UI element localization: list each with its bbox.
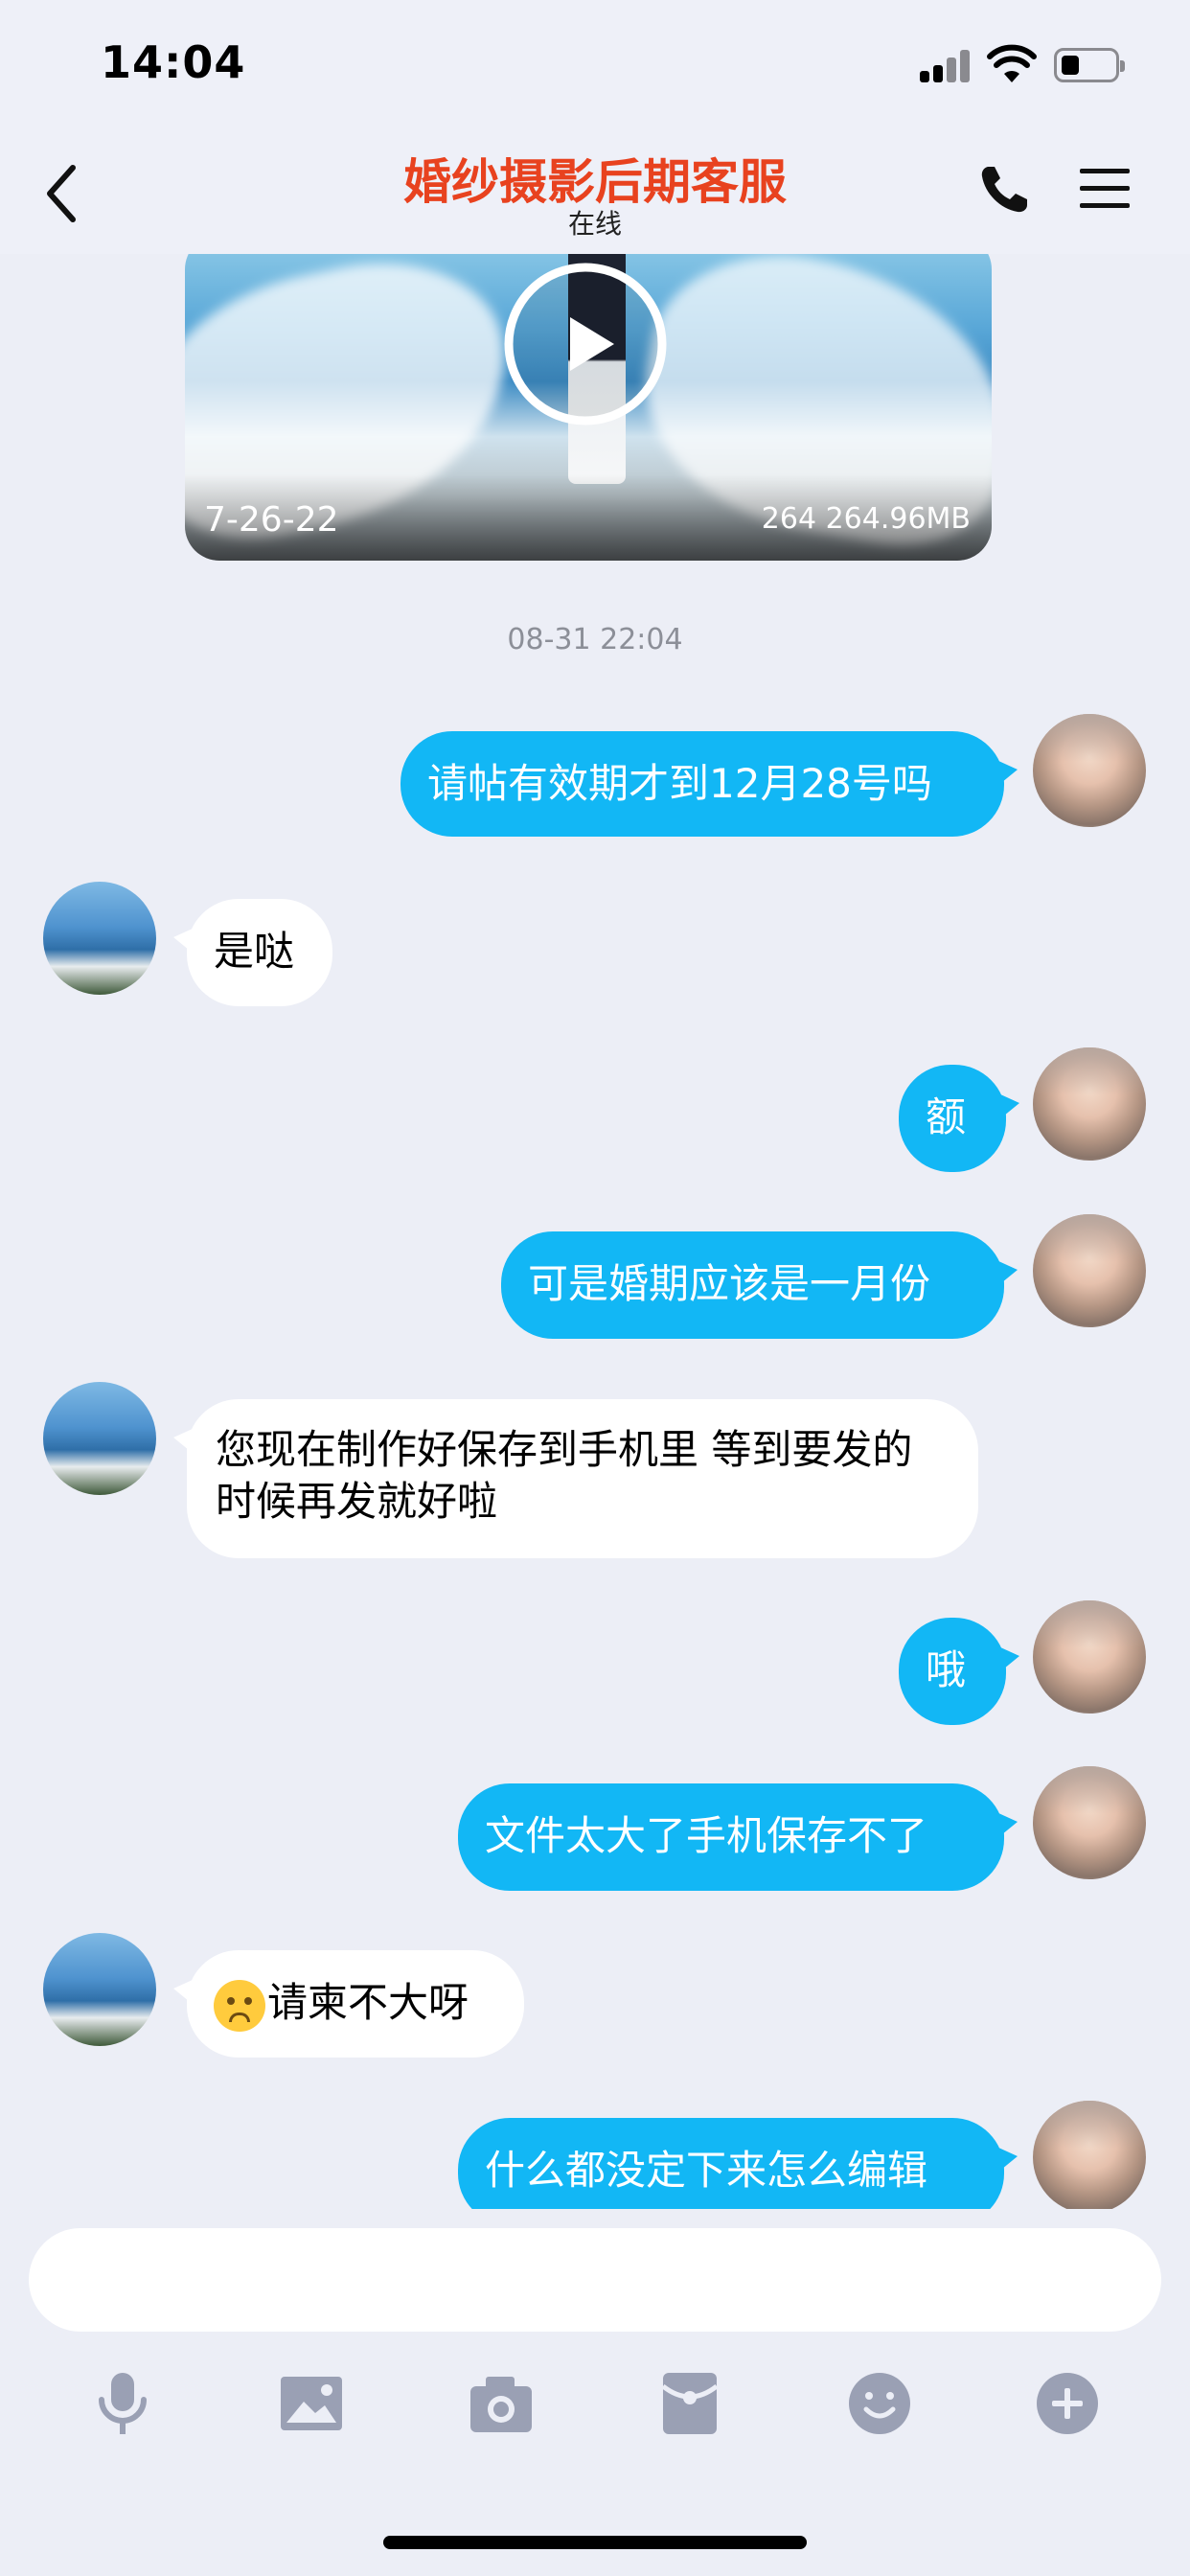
image-icon[interactable] <box>273 2365 350 2442</box>
play-circle-icon[interactable] <box>501 260 670 428</box>
message-row: 什么都没定下来怎么编辑 <box>0 2101 1190 2209</box>
avatar[interactable] <box>43 882 156 995</box>
message-bubble-sent[interactable]: 额 <box>899 1065 1019 1172</box>
message-bubble-received[interactable]: 您现在制作好保存到手机里 等到要发的时候再发就好啦 <box>173 1399 978 1558</box>
message-bubble-sent[interactable]: 文件太大了手机保存不了 <box>458 1783 1018 1891</box>
message-bubble-received[interactable]: 是哒 <box>173 899 332 1006</box>
battery-icon <box>1054 48 1125 82</box>
video-size: 264 264.96MB <box>761 502 971 536</box>
avatar[interactable] <box>1033 1047 1146 1161</box>
chat-area[interactable]: 7-26-22 264 264.96MB 08-31 22:04 请帖有效期才到… <box>0 254 1190 2209</box>
chat-timestamp: 08-31 22:04 <box>507 623 683 656</box>
message-row: 请帖有效期才到12月28号吗 <box>0 714 1190 839</box>
camera-icon[interactable] <box>463 2365 539 2442</box>
message-row: 您现在制作好保存到手机里 等到要发的时候再发就好啦 <box>0 1382 1190 1564</box>
avatar[interactable] <box>43 1933 156 2046</box>
avatar[interactable] <box>43 1382 156 1495</box>
message-row: 请柬不大呀 <box>0 1933 1190 2058</box>
input-toolbar <box>0 2346 1190 2461</box>
status-time: 14:04 <box>101 36 246 88</box>
message-text: 请柬不大呀 <box>267 1979 469 2026</box>
video-message[interactable]: 7-26-22 264 264.96MB <box>185 254 992 561</box>
message-row: 哦 <box>0 1600 1190 1725</box>
phone-icon[interactable] <box>975 161 1033 218</box>
cellular-signal-icon <box>920 50 970 82</box>
home-indicator[interactable] <box>383 2536 807 2549</box>
microphone-icon[interactable] <box>84 2365 161 2442</box>
message-bubble-sent[interactable]: 哦 <box>899 1618 1019 1725</box>
plus-circle-icon[interactable] <box>1029 2365 1106 2442</box>
avatar[interactable] <box>1033 2101 1146 2209</box>
battery-level <box>1062 56 1079 75</box>
avatar[interactable] <box>1033 1766 1146 1879</box>
smiley-icon[interactable] <box>841 2365 918 2442</box>
red-packet-icon[interactable] <box>652 2365 728 2442</box>
message-row: 文件太大了手机保存不了 <box>0 1766 1190 1891</box>
message-bubble-sent[interactable]: 可是婚期应该是一月份 <box>501 1231 1018 1339</box>
avatar[interactable] <box>1033 1600 1146 1714</box>
message-row: 是哒 <box>0 882 1190 1006</box>
message-bubble-sent[interactable]: 请帖有效期才到12月28号吗 <box>400 731 1018 837</box>
message-bubble-sent[interactable]: 什么都没定下来怎么编辑 <box>458 2118 1018 2209</box>
avatar[interactable] <box>1033 1214 1146 1327</box>
nav-bar: 婚纱摄影后期客服 在线 <box>0 134 1190 254</box>
avatar[interactable] <box>1033 714 1146 827</box>
pouting-face-emoji-icon <box>214 1979 265 2032</box>
status-bar: 14:04 <box>0 0 1190 134</box>
hamburger-menu-icon[interactable] <box>1078 165 1132 213</box>
message-input[interactable] <box>29 2228 1161 2332</box>
wifi-icon <box>987 44 1037 82</box>
message-bubble-received[interactable]: 请柬不大呀 <box>173 1950 524 2058</box>
video-date: 7-26-22 <box>204 500 339 540</box>
message-row: 额 <box>0 1047 1190 1172</box>
message-row: 可是婚期应该是一月份 <box>0 1214 1190 1339</box>
